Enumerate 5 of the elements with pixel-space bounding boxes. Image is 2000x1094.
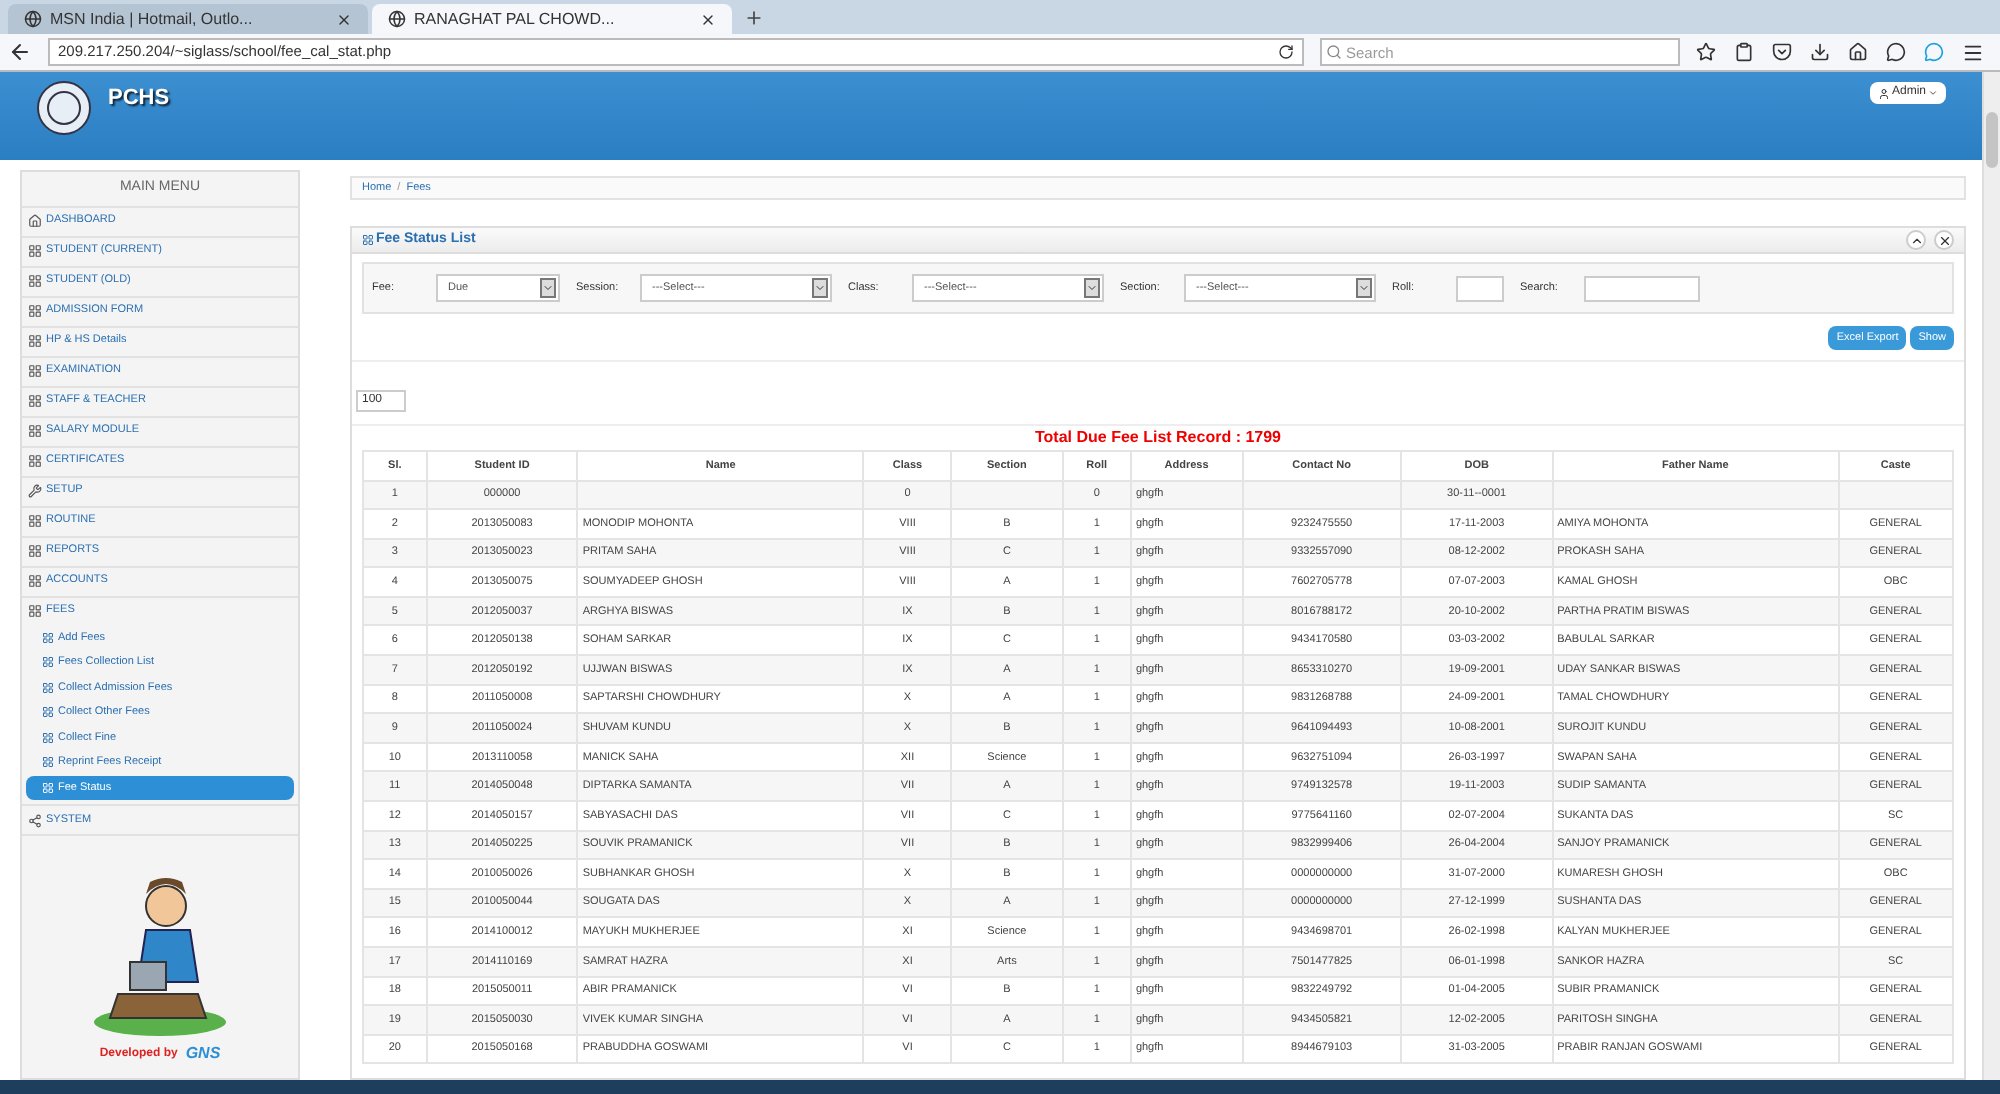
developer-logo: GNS xyxy=(185,1042,221,1066)
table-title: Total Due Fee List Record : 1799 xyxy=(352,424,1964,450)
browser-tab[interactable]: MSN India | Hotmail, Outlo... xyxy=(8,4,368,34)
browser-tab[interactable]: RANAGHAT PAL CHOWD... xyxy=(372,4,732,34)
logo-text: PCHS xyxy=(108,84,170,114)
